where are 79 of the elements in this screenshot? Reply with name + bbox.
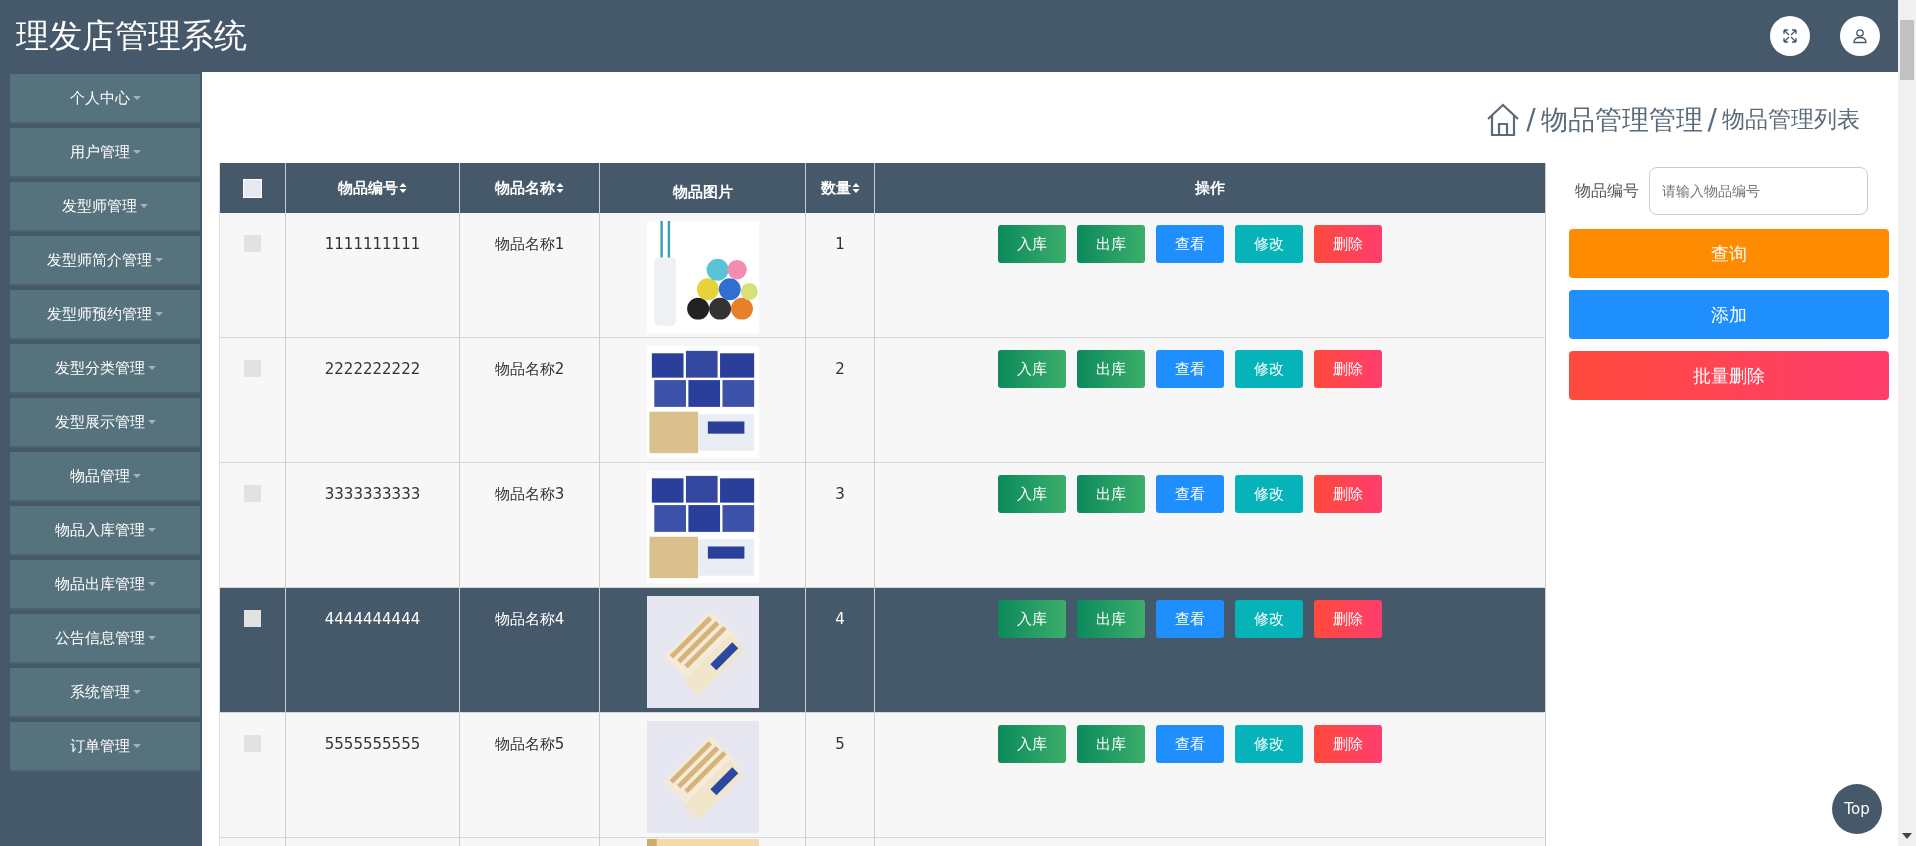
field-label: 物品编号	[1575, 180, 1639, 202]
select-all-checkbox[interactable]	[243, 178, 262, 198]
sidebar-item[interactable]: 物品管理	[10, 452, 200, 502]
action-button[interactable]: 查看	[1156, 475, 1224, 513]
sort-icon[interactable]	[556, 182, 564, 194]
sidebar-item[interactable]: 发型分类管理	[10, 344, 200, 394]
table-cell: 2	[835, 360, 845, 378]
sidebar-item[interactable]: 用户管理	[10, 128, 200, 178]
action-button[interactable]: 查看	[1156, 725, 1224, 763]
table-cell: 物品名称3	[494, 485, 565, 504]
column-header[interactable]: 物品图片	[672, 182, 733, 202]
scroll-down-icon[interactable]	[1901, 832, 1913, 840]
action-button[interactable]: 出库	[1077, 475, 1145, 513]
sidebar-item[interactable]: 发型展示管理	[10, 398, 200, 448]
action-button[interactable]: 删除	[1314, 725, 1382, 763]
panel-button[interactable]: 批量删除	[1569, 351, 1889, 400]
table-cell: 物品名称2	[494, 360, 565, 379]
breadcrumb-link[interactable]: 物品管理管理	[1540, 101, 1703, 138]
sort-icon[interactable]	[399, 182, 407, 194]
action-button[interactable]: 出库	[1077, 225, 1145, 263]
sidebar-item[interactable]: 物品入库管理	[10, 506, 200, 556]
table-cell: 物品名称4	[494, 610, 565, 629]
table-cell: 4	[835, 610, 845, 628]
action-button[interactable]: 修改	[1235, 225, 1303, 263]
breadcrumb-separator: /	[1526, 103, 1536, 136]
action-button[interactable]: 出库	[1077, 350, 1145, 388]
table-cell: 3	[835, 485, 845, 503]
panel-button[interactable]: 查询	[1569, 229, 1889, 278]
action-button[interactable]: 入库	[998, 350, 1066, 388]
sidebar-item[interactable]: 系统管理	[10, 668, 200, 718]
action-button[interactable]: 修改	[1235, 600, 1303, 638]
action-button[interactable]: 入库	[998, 225, 1066, 263]
action-button[interactable]: 修改	[1235, 350, 1303, 388]
action-button[interactable]: 查看	[1156, 350, 1224, 388]
table-cell: 5	[835, 735, 845, 753]
sidebar-item[interactable]: 订单管理	[10, 722, 200, 772]
user-icon[interactable]	[1840, 16, 1880, 56]
action-button[interactable]: 入库	[998, 475, 1066, 513]
sidebar-item[interactable]: 个人中心	[10, 74, 200, 124]
table-cell: 物品名称5	[494, 735, 565, 754]
column-header[interactable]: 物品名称	[495, 178, 564, 198]
column-header[interactable]: 操作	[1195, 178, 1225, 198]
table-cell: 物品名称1	[494, 235, 565, 254]
action-button[interactable]: 查看	[1156, 600, 1224, 638]
sort-icon[interactable]	[851, 182, 860, 194]
column-header[interactable]: 物品编号	[338, 178, 407, 198]
action-button[interactable]: 入库	[998, 600, 1066, 638]
sidebar-item[interactable]: 发型师管理	[10, 182, 200, 232]
scrollbar[interactable]	[1898, 0, 1916, 846]
action-button[interactable]: 入库	[998, 725, 1066, 763]
table-cell: 5555555555	[324, 735, 421, 753]
sidebar-item[interactable]: 公告信息管理	[10, 614, 200, 664]
sidebar-item[interactable]: 发型师简介管理	[10, 236, 200, 286]
back-to-top-button[interactable]: Top	[1832, 784, 1882, 834]
table-cell: 1	[835, 235, 845, 253]
breadcrumb-separator: /	[1707, 103, 1717, 136]
panel-button[interactable]: 添加	[1569, 290, 1889, 339]
action-button[interactable]: 修改	[1235, 725, 1303, 763]
action-button[interactable]: 删除	[1314, 350, 1382, 388]
sidebar-item[interactable]: 发型师预约管理	[10, 290, 200, 340]
table-cell: 4444444444	[324, 610, 421, 628]
action-button[interactable]: 出库	[1077, 600, 1145, 638]
fullscreen-icon[interactable]	[1770, 16, 1810, 56]
action-button[interactable]: 修改	[1235, 475, 1303, 513]
action-button[interactable]: 删除	[1314, 225, 1382, 263]
sidebar-item[interactable]: 物品出库管理	[10, 560, 200, 610]
action-button[interactable]: 查看	[1156, 225, 1224, 263]
search-field[interactable]: 请输入物品编号	[1649, 167, 1868, 215]
action-button[interactable]: 删除	[1314, 600, 1382, 638]
table-cell: 1111111111	[324, 235, 421, 253]
column-header[interactable]: 数量	[820, 178, 860, 198]
breadcrumb-current: 物品管理列表	[1722, 105, 1860, 134]
app-title: 理发店管理系统	[16, 14, 247, 57]
row-checkbox[interactable]	[244, 610, 261, 627]
table-cell: 2222222222	[324, 360, 421, 378]
action-button[interactable]: 出库	[1077, 725, 1145, 763]
action-button[interactable]: 删除	[1314, 475, 1382, 513]
scrollbar-thumb[interactable]	[1900, 20, 1914, 80]
table-cell: 3333333333	[324, 485, 421, 503]
